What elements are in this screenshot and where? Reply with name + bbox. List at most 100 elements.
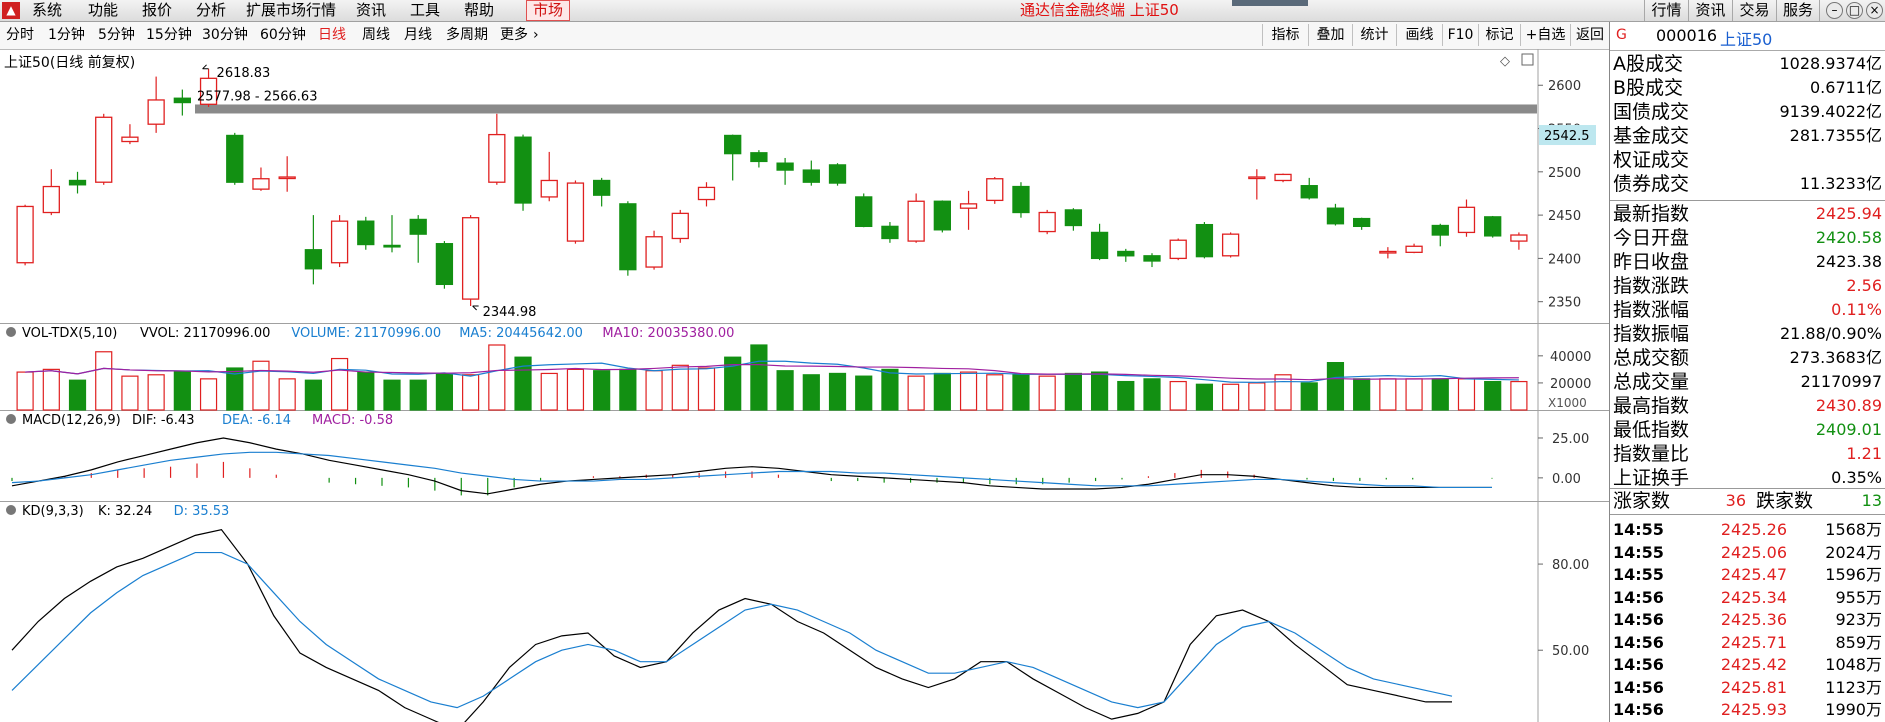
volume-bar — [1117, 380, 1135, 411]
volume-bar — [566, 368, 585, 411]
candle-body — [1195, 223, 1214, 258]
minimize-icon[interactable]: – — [1826, 2, 1843, 19]
macd-legend-item: DIF: -6.43 — [132, 413, 194, 428]
volume-bar — [802, 374, 820, 411]
tick-time: 14:56 — [1613, 700, 1664, 719]
volume-bar — [855, 375, 873, 411]
volume-bar — [1090, 371, 1109, 411]
period-more[interactable]: 更多 — [500, 26, 528, 44]
menu-tools[interactable]: 工具 — [410, 1, 440, 20]
period-30min[interactable]: 30分钟 — [202, 26, 248, 44]
tick-row[interactable]: 14:55 2425.26 1568万 — [1610, 518, 1882, 541]
volume-bar — [1195, 383, 1214, 411]
period-weekly[interactable]: 周线 — [362, 26, 390, 44]
vol-legend-item: VOLUME: 21170996.00 — [291, 326, 441, 341]
menu-market[interactable]: 市场 — [526, 0, 570, 21]
period-multi[interactable]: 多周期 — [446, 26, 488, 44]
tab-service[interactable]: 服务 — [1776, 0, 1820, 21]
period-1min[interactable]: 1分钟 — [48, 26, 85, 44]
index-stat-value: 21.88/0.90% — [1779, 324, 1882, 343]
high-annotation: 2618.83 — [217, 66, 271, 81]
macd-dif-line — [11, 437, 1492, 495]
tool-draw-button[interactable]: 画线 — [1396, 24, 1442, 46]
volume-bar — [383, 379, 401, 411]
tool-back-button[interactable]: 返回 — [1570, 24, 1609, 46]
volume-bar — [1274, 374, 1292, 411]
close-icon[interactable]: × — [1866, 2, 1883, 19]
volume-bar — [881, 368, 899, 411]
tick-price: 2425.26 — [1720, 520, 1787, 539]
tick-row[interactable]: 14:56 2425.34 955万 — [1610, 586, 1882, 609]
volume-bar — [907, 375, 925, 411]
restore-icon[interactable]: □ — [1846, 2, 1863, 19]
menu-bar: ▲ 系统 功能 报价 分析 扩展市场行情 资讯 工具 帮助 市场 通达信金融终端… — [0, 0, 1885, 22]
tick-row[interactable]: 14:56 2425.42 1048万 — [1610, 653, 1882, 676]
turnover-stat-label: 基金成交 — [1613, 125, 1690, 147]
rise-label: 涨家数 — [1613, 490, 1671, 512]
menu-analysis[interactable]: 分析 — [196, 1, 226, 20]
volume-bar — [1457, 378, 1476, 411]
tick-row[interactable]: 14:55 2425.47 1596万 — [1610, 563, 1882, 586]
tool-statistics-button[interactable]: 统计 — [1352, 24, 1396, 46]
menu-system[interactable]: 系统 — [32, 1, 62, 20]
tool-overlay-button[interactable]: 叠加 — [1308, 24, 1352, 46]
candle-body — [828, 164, 847, 184]
vol-title: VOL-TDX(5,10) — [22, 326, 117, 341]
volume-bar — [1431, 378, 1449, 411]
candle-body — [566, 182, 585, 242]
period-daily[interactable]: 日线 — [318, 26, 346, 44]
security-name[interactable]: 上证50 — [1720, 26, 1772, 50]
tick-volume: 955万 — [1835, 587, 1882, 607]
chart-area[interactable]: 2350240024502500255026002542.52618.83257… — [0, 49, 1609, 722]
period-monthly[interactable]: 月线 — [404, 26, 432, 44]
volume-bar — [16, 371, 34, 411]
index-stat-label: 上证换手 — [1613, 467, 1690, 489]
chevron-right-icon[interactable]: › — [533, 26, 539, 44]
period-timeshare[interactable]: 分时 — [6, 26, 34, 44]
index-stat-row: 指数涨幅 0.11% — [1610, 298, 1882, 322]
menu-extended-market[interactable]: 扩展市场行情 — [246, 1, 336, 20]
volume-bar — [304, 379, 322, 411]
price-axis-label: 2400 — [1548, 252, 1581, 267]
period-5min[interactable]: 5分钟 — [98, 26, 135, 44]
tool-indicator-button[interactable]: 指标 — [1262, 24, 1308, 46]
index-stat-value: 273.3683亿 — [1789, 348, 1882, 367]
turnover-stat-row: A股成交 1028.9374亿 — [1610, 52, 1882, 76]
tick-row[interactable]: 14:56 2425.71 859万 — [1610, 631, 1882, 654]
tick-row[interactable]: 14:56 2425.36 923万 — [1610, 608, 1882, 631]
candle-body — [1143, 255, 1161, 262]
period-toolbar: 分时 1分钟 5分钟 15分钟 30分钟 60分钟 日线 周线 月线 多周期 更… — [0, 22, 1609, 50]
candle-body — [750, 152, 768, 163]
tab-quotes[interactable]: 行情 — [1644, 0, 1688, 21]
candle-body — [986, 178, 1004, 202]
candle-body — [1510, 234, 1528, 242]
candle-body — [1405, 245, 1423, 253]
tab-trade[interactable]: 交易 — [1732, 0, 1776, 21]
chart-title: 上证50(日线 前复权) — [4, 54, 135, 71]
tick-price: 2425.42 — [1720, 655, 1787, 674]
tool-f10-button[interactable]: F10 — [1442, 24, 1478, 46]
tool-mark-button[interactable]: 标记 — [1478, 24, 1520, 46]
candle-body — [776, 162, 794, 171]
volume-bar — [645, 370, 663, 411]
menu-quote[interactable]: 报价 — [142, 1, 172, 20]
tick-row[interactable]: 14:56 2425.81 1123万 — [1610, 676, 1882, 699]
candle-body — [1431, 224, 1449, 236]
tool-add-favorite-button[interactable]: +自选 — [1520, 24, 1570, 46]
period-15min[interactable]: 15分钟 — [146, 26, 192, 44]
tick-row[interactable]: 14:55 2425.06 2024万 — [1610, 541, 1882, 564]
period-60min[interactable]: 60分钟 — [260, 26, 306, 44]
candle-body — [1379, 250, 1397, 254]
tab-news[interactable]: 资讯 — [1688, 0, 1732, 21]
tick-row[interactable]: 14:56 2425.93 1990万 — [1610, 698, 1882, 721]
menu-function[interactable]: 功能 — [88, 1, 118, 20]
menu-news[interactable]: 资讯 — [356, 1, 386, 20]
index-stat-row: 最低指数 2409.01 — [1610, 418, 1882, 442]
expand-icon — [1521, 53, 1534, 66]
chart-svg[interactable]: 2350240024502500255026002542.52618.83257… — [0, 49, 1609, 722]
candle-body — [1326, 207, 1345, 225]
volume-bar — [828, 372, 847, 411]
candle-body — [933, 200, 951, 231]
menu-help[interactable]: 帮助 — [464, 1, 494, 20]
kd-legend-item: K: 32.24 — [98, 504, 152, 519]
